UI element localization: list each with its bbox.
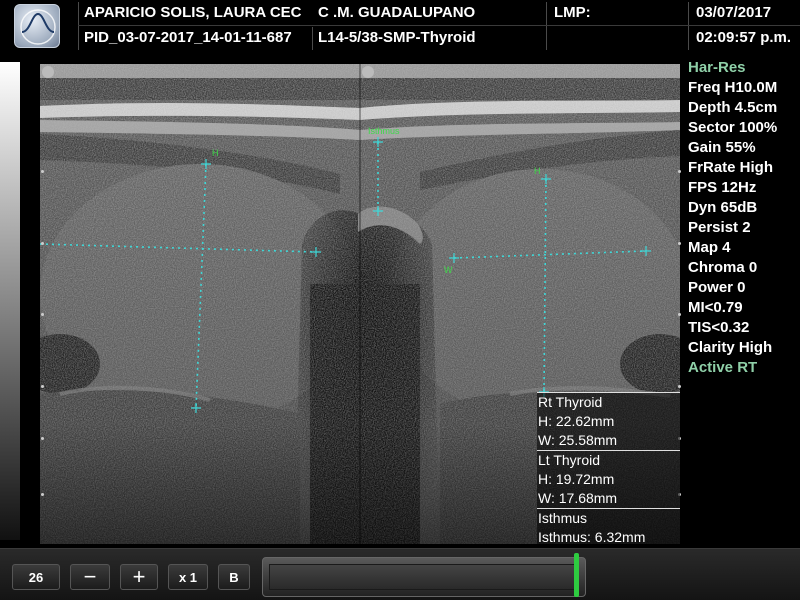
probe-preset: L14-5/38-SMP-Thyroid: [318, 29, 476, 46]
depth-scale-dot: [41, 313, 44, 316]
parameter-item: Persist 2: [688, 219, 751, 236]
cine-position-marker[interactable]: [574, 553, 579, 597]
exam-date: 03/07/2017: [696, 4, 772, 21]
orientation-marker-icon: [42, 66, 54, 78]
imaging-parameters-panel: Har-Res Freq H10.0M Depth 4.5cm Sector 100%…: [688, 58, 800, 378]
lmp-label: LMP:: [554, 4, 591, 21]
isthmus-title: Isthmus: [538, 510, 588, 526]
cine-toolbar: 26 − + x 1 B: [0, 548, 800, 600]
header-divider: [546, 2, 547, 50]
lt-thyroid-width: W: 17.68mm: [538, 490, 618, 506]
depth-scale-dot: [41, 493, 44, 496]
parameter-item: Depth 4.5cm: [688, 99, 778, 116]
lt-thyroid-height: H: 19.72mm: [538, 471, 615, 487]
parameter-item: Sector 100%: [688, 119, 778, 136]
depth-scale-dot: [678, 385, 681, 388]
parameter-item: Power 0: [688, 279, 746, 296]
patient-name: APARICIO SOLIS, LAURA CEC: [84, 4, 302, 21]
lt-thyroid-title: Lt Thyroid: [538, 452, 600, 468]
institution-name: C .M. GUADALUPANO: [318, 4, 476, 21]
parameter-item: Active RT: [688, 359, 758, 376]
playback-speed-button[interactable]: x 1: [168, 564, 208, 590]
parameter-item: Chroma 0: [688, 259, 758, 276]
patient-id: PID_03-07-2017_14-01-11-687: [84, 29, 292, 46]
caliper-label-left-h: H: [212, 148, 219, 158]
rt-thyroid-width: W: 25.58mm: [538, 432, 618, 448]
rt-thyroid-title: Rt Thyroid: [538, 394, 603, 410]
minus-button[interactable]: −: [70, 564, 110, 590]
exam-time: 02:09:57 p.m.: [696, 29, 792, 46]
header-divider: [688, 2, 689, 50]
cine-track: [269, 564, 579, 590]
parameter-item: FPS 12Hz: [688, 179, 757, 196]
header-bar: APARICIO SOLIS, LAURA CEC C .M. GUADALUP…: [0, 0, 800, 52]
depth-scale-dot: [678, 313, 681, 316]
orientation-marker-icon: [362, 66, 374, 78]
caliper-label-right-h: H: [534, 166, 541, 176]
parameter-item: TIS<0.32: [688, 319, 750, 336]
parameter-item: Har-Res: [688, 59, 746, 76]
parameter-item: Freq H10.0M: [688, 79, 778, 96]
measurements-panel: Rt Thyroid H: 22.62mm W: 25.58mm Lt Thyr…: [537, 392, 680, 547]
parameter-item: Clarity High: [688, 339, 773, 356]
parameter-item: Gain 55%: [688, 139, 756, 156]
caliper-label-right-w: W: [444, 265, 453, 275]
depth-scale-dot: [678, 242, 681, 245]
header-divider: [78, 2, 79, 50]
grayscale-bar: [0, 62, 20, 540]
b-mode-button[interactable]: B: [218, 564, 250, 590]
parameter-item: Map 4: [688, 239, 731, 256]
frame-counter-display[interactable]: 26: [12, 564, 60, 590]
logo-icon: [14, 4, 60, 48]
isthmus-value: Isthmus: 6.32mm: [538, 529, 646, 545]
depth-scale-dot: [41, 242, 44, 245]
parameter-item: Dyn 65dB: [688, 199, 758, 216]
header-divider-horizontal: [78, 25, 800, 26]
parameter-item: FrRate High: [688, 159, 774, 176]
caliper-label-isthmus: Isthmus: [368, 126, 400, 136]
depth-scale-dot: [41, 437, 44, 440]
header-divider: [312, 27, 313, 50]
depth-scale-dot: [41, 170, 44, 173]
parameter-item: MI<0.79: [688, 299, 743, 316]
plus-button[interactable]: +: [120, 564, 158, 590]
depth-scale-dot: [41, 385, 44, 388]
rt-thyroid-height: H: 22.62mm: [538, 413, 615, 429]
depth-scale-dot: [678, 170, 681, 173]
cine-scrollbar[interactable]: [262, 557, 586, 597]
